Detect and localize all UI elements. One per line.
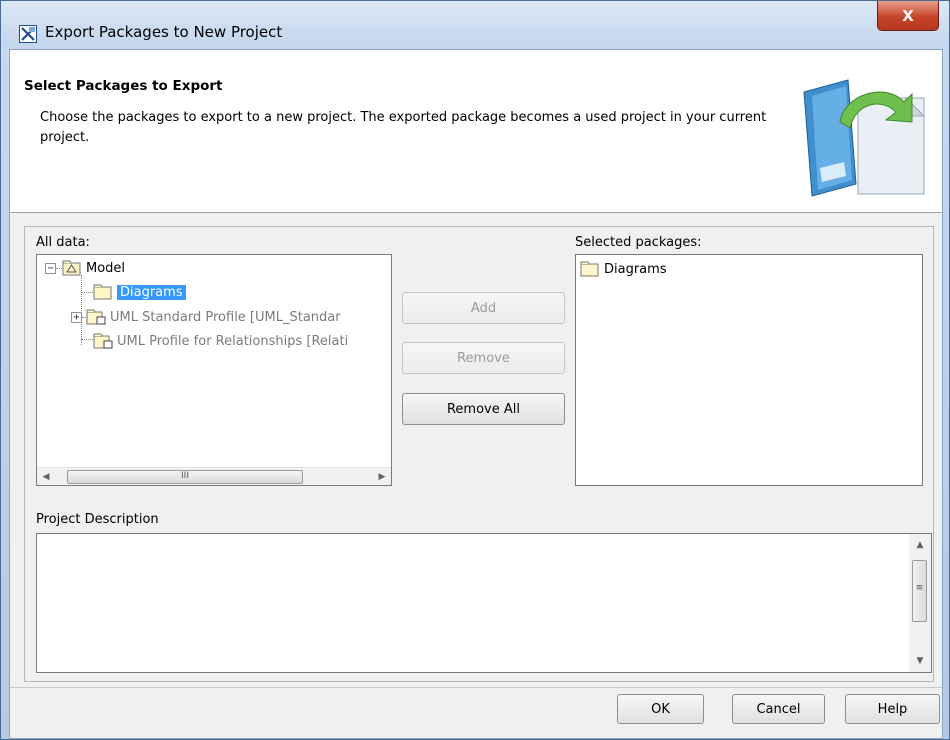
tree-item-label: Model — [86, 260, 126, 276]
help-button[interactable]: Help — [845, 694, 940, 724]
folder-icon — [580, 261, 599, 277]
project-description-label: Project Description — [36, 512, 159, 527]
scroll-down-icon[interactable]: ▼ — [909, 652, 931, 670]
selected-packages-list[interactable]: Diagrams — [575, 254, 923, 486]
scroll-left-icon[interactable]: ◀ — [37, 468, 55, 485]
header-banner: Select Packages to Export Choose the pac… — [10, 50, 942, 213]
banner-title: Select Packages to Export — [24, 78, 223, 94]
profile-package-icon — [93, 333, 113, 349]
tree-item-uml-standard-profile[interactable]: + UML Standard Profile [UML_Standar — [71, 306, 341, 328]
all-data-label: All data: — [36, 235, 90, 250]
expand-icon[interactable]: + — [71, 311, 82, 323]
tree-item-label: UML Profile for Relationships [Relati — [117, 333, 349, 349]
scroll-right-icon[interactable]: ▶ — [373, 468, 391, 485]
scroll-thumb[interactable]: ≡ — [912, 560, 927, 622]
tree-item-diagrams[interactable]: Diagrams — [93, 281, 186, 303]
list-item-label: Diagrams — [604, 261, 667, 277]
tree-connector — [81, 339, 93, 340]
export-illustration-icon — [803, 79, 926, 197]
ok-button[interactable]: OK — [617, 694, 704, 724]
scroll-up-icon[interactable]: ▲ — [909, 536, 931, 554]
footer-divider — [10, 687, 942, 688]
horizontal-scrollbar[interactable]: ◀ III ▶ — [37, 467, 391, 485]
scroll-thumb[interactable]: III — [67, 470, 303, 484]
model-package-icon — [62, 260, 81, 276]
selected-packages-label: Selected packages: — [575, 235, 702, 250]
remove-all-button[interactable]: Remove All — [402, 393, 565, 425]
tree-item-label: UML Standard Profile [UML_Standar — [110, 309, 341, 325]
close-button[interactable]: X — [877, 1, 939, 31]
vertical-scrollbar[interactable]: ▲ ≡ ▼ — [909, 534, 931, 672]
remove-button[interactable]: Remove — [402, 342, 565, 374]
window-title: Export Packages to New Project — [45, 23, 283, 41]
tree-item-model[interactable]: − Model — [45, 257, 125, 279]
all-data-tree[interactable]: − Model Diagrams + UML Standard Profile … — [36, 254, 392, 486]
folder-icon — [93, 284, 112, 300]
project-description-field[interactable]: ▲ ≡ ▼ — [36, 533, 932, 673]
cancel-button[interactable]: Cancel — [732, 694, 825, 724]
tree-item-uml-profile-relationships[interactable]: UML Profile for Relationships [Relati — [93, 330, 348, 352]
tree-connector — [81, 292, 93, 293]
title-bar: Export Packages to New Project X — [1, 1, 949, 49]
collapse-icon[interactable]: − — [45, 262, 56, 274]
list-item[interactable]: Diagrams — [580, 258, 667, 280]
export-dialog-icon — [19, 25, 37, 43]
tree-item-label: Diagrams — [117, 284, 186, 300]
add-button[interactable]: Add — [402, 292, 565, 324]
profile-package-icon — [86, 309, 106, 325]
banner-description: Choose the packages to export to a new p… — [40, 110, 767, 145]
